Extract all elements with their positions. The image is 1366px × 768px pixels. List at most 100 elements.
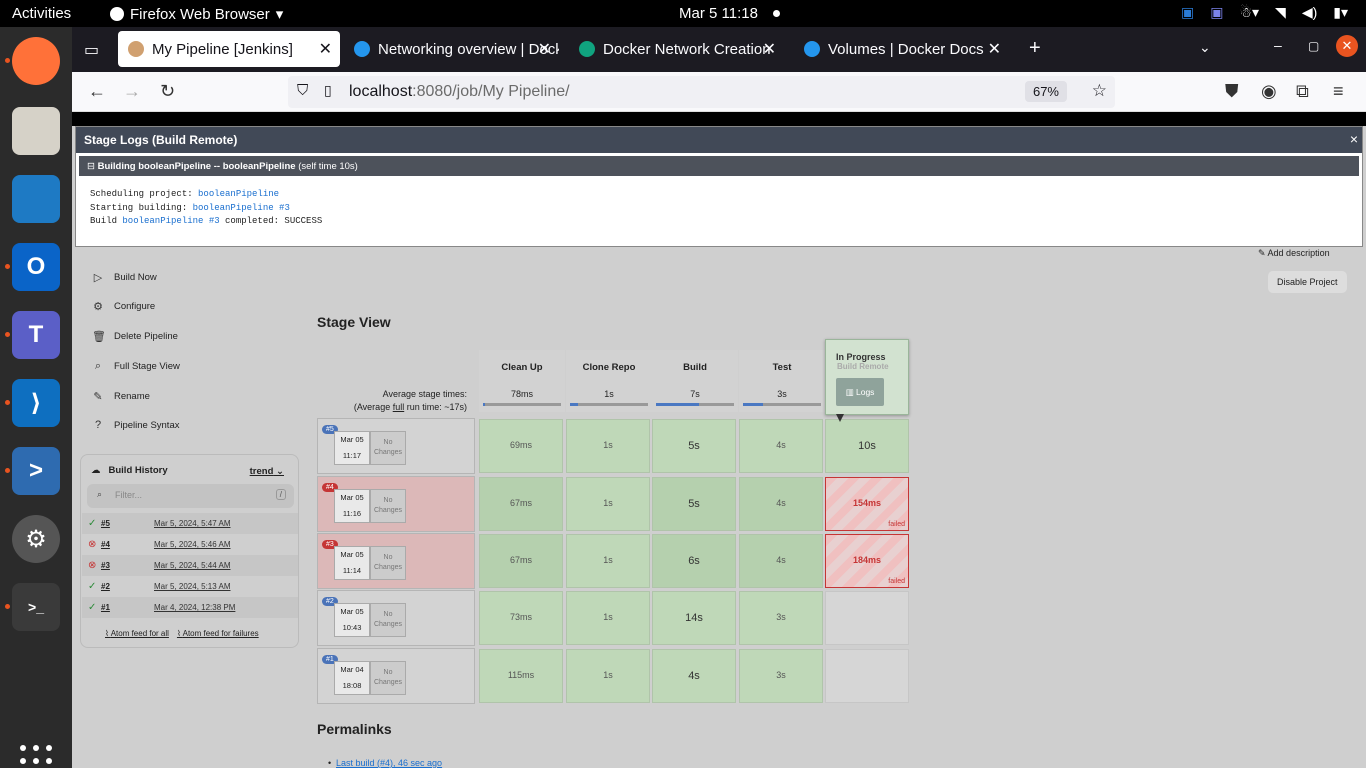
system-tray[interactable]: ▣ ▣ ☃▾ ◥ ◀) ▮▾ <box>1181 4 1348 21</box>
stage-cell[interactable]: 1s <box>566 591 650 645</box>
build-history-row[interactable]: ✓ #2 Mar 5, 2024, 5:13 AM <box>82 576 298 597</box>
tab-volumes[interactable]: Volumes | Docker Docs ✕ <box>794 31 1009 67</box>
stage-cell[interactable]: 6s <box>652 534 736 588</box>
sidebar-item-configure[interactable]: ⚙ Configure <box>92 300 155 313</box>
collapse-icon[interactable]: ⊟ <box>87 161 95 172</box>
build-date-link[interactable]: Mar 5, 2024, 5:47 AM <box>154 519 231 528</box>
build-history-row[interactable]: ⊗ #4 Mar 5, 2024, 5:46 AM <box>82 534 298 555</box>
tab-networking[interactable]: Networking overview | Docker ✕ <box>344 31 559 67</box>
close-icon[interactable]: × <box>1350 131 1358 147</box>
stage-cell[interactable]: 67ms <box>479 534 563 588</box>
build-history-row[interactable]: ⊗ #3 Mar 5, 2024, 5:44 AM <box>82 555 298 576</box>
files-dock-icon[interactable] <box>12 107 60 155</box>
sidebar-item-pipeline-syntax[interactable]: ? Pipeline Syntax <box>92 419 180 431</box>
forward-icon[interactable]: → <box>123 81 141 102</box>
stage-cell[interactable]: 67ms <box>479 477 563 531</box>
stage-cell[interactable]: 115ms <box>479 649 563 703</box>
accessibility-icon[interactable]: ☃▾ <box>1239 4 1259 21</box>
outlook-dock-icon[interactable]: O <box>5 243 60 291</box>
sidebar-item-full-stage-view[interactable]: ⌕ Full Stage View <box>92 360 180 373</box>
stage-cell[interactable]: 154ms failed <box>825 477 909 531</box>
close-tab-icon[interactable]: ✕ <box>538 39 551 59</box>
feed-all-link[interactable]: ⌇ Atom feed for all <box>105 629 169 638</box>
feed-failures-link[interactable]: ⌇ Atom feed for failures <box>177 629 259 638</box>
stage-cell[interactable]: 1s <box>566 477 650 531</box>
sidebar-item-delete-pipeline[interactable]: 🗑 Delete Pipeline <box>92 330 178 343</box>
extensions-icon[interactable]: ⧉ <box>1296 81 1309 102</box>
url-text[interactable]: localhost:8080/job/My Pipeline/ <box>349 83 570 101</box>
build-date-link[interactable]: Mar 5, 2024, 5:13 AM <box>154 582 231 591</box>
build-history-row[interactable]: ✓ #1 Mar 4, 2024, 12:38 PM <box>82 597 298 618</box>
stage-cell[interactable]: 4s <box>739 419 823 473</box>
sidebar-item-build-now[interactable]: ▷ Build Now <box>92 271 157 284</box>
maximize-icon[interactable]: ▢ <box>1308 39 1319 53</box>
star-icon[interactable]: ☆ <box>1092 81 1107 101</box>
stage-cell[interactable]: 1s <box>566 534 650 588</box>
battery-icon[interactable]: ▮▾ <box>1333 4 1348 21</box>
build-date-link[interactable]: Mar 4, 2024, 12:38 PM <box>154 603 235 612</box>
remote-desktop-dock-icon[interactable]: > <box>5 447 60 495</box>
app-menu[interactable]: Firefox Web Browser ▾ <box>110 5 283 23</box>
firefox-view-icon[interactable]: ▭ <box>84 40 99 60</box>
stage-cell[interactable]: 3s <box>739 591 823 645</box>
stage-cell[interactable] <box>825 591 909 645</box>
tab-docker-network[interactable]: Docker Network Creation ✕ <box>569 31 784 67</box>
terminal-dock-icon[interactable]: >_ <box>5 583 60 631</box>
stage-cell[interactable]: 10s <box>825 419 909 473</box>
close-tab-icon[interactable]: ✕ <box>988 39 1001 59</box>
build-number-link[interactable]: #2 <box>101 582 110 591</box>
stage-cell[interactable]: 4s <box>739 534 823 588</box>
show-apps-icon[interactable] <box>20 745 52 768</box>
close-tab-icon[interactable]: ✕ <box>763 39 776 59</box>
add-description-button[interactable]: ✎ Add description <box>1258 248 1330 259</box>
log-section-header[interactable]: ⊟ Building booleanPipeline -- booleanPip… <box>79 156 1359 176</box>
trend-dropdown[interactable]: trend ⌄ <box>250 466 284 477</box>
settings-dock-icon[interactable]: ⚙ <box>12 515 60 563</box>
tab-jenkins[interactable]: My Pipeline [Jenkins] ✕ <box>118 31 340 67</box>
url-bar[interactable]: ⛉ ▯ localhost:8080/job/My Pipeline/ 67% … <box>288 76 1115 108</box>
minimize-icon[interactable]: – <box>1274 37 1282 53</box>
activities-button[interactable]: Activities <box>12 5 71 22</box>
teams-dock-icon[interactable]: T <box>5 311 60 359</box>
log-link[interactable]: booleanPipeline #3 <box>122 216 219 226</box>
clock[interactable]: Mar 5 11:18 <box>679 5 758 22</box>
permalink-item[interactable]: Last build (#4), 46 sec ago <box>328 758 442 768</box>
stage-cell[interactable]: 4s <box>652 649 736 703</box>
shield-icon[interactable]: ⛉ <box>297 82 308 99</box>
stage-cell[interactable]: 69ms <box>479 419 563 473</box>
pocket-icon[interactable]: ⛊ <box>1225 81 1239 102</box>
reload-icon[interactable]: ↻ <box>160 81 175 102</box>
stage-cell[interactable]: 5s <box>652 477 736 531</box>
stage-cell[interactable]: 1s <box>566 419 650 473</box>
menu-icon[interactable]: ≡ <box>1333 81 1344 102</box>
logs-button[interactable]: ▥ Logs <box>836 378 884 406</box>
log-link[interactable]: booleanPipeline #3 <box>193 203 290 213</box>
stage-cell[interactable]: 5s <box>652 419 736 473</box>
build-number-link[interactable]: #5 <box>101 519 110 528</box>
close-tab-icon[interactable]: ✕ <box>319 39 332 59</box>
build-date-link[interactable]: Mar 5, 2024, 5:46 AM <box>154 540 231 549</box>
close-window-icon[interactable]: ✕ <box>1336 35 1358 57</box>
stage-cell[interactable]: 4s <box>739 477 823 531</box>
list-tabs-icon[interactable]: ⌄ <box>1199 39 1211 56</box>
stage-cell[interactable]: 3s <box>739 649 823 703</box>
vscode-dock-icon[interactable]: ⟩ <box>5 379 60 427</box>
outlook-tray-icon[interactable]: ▣ <box>1181 4 1194 21</box>
build-number-link[interactable]: #4 <box>101 540 110 549</box>
log-link[interactable]: booleanPipeline <box>198 189 279 199</box>
stage-cell[interactable]: 184ms failed <box>825 534 909 588</box>
new-tab-icon[interactable]: + <box>1029 37 1041 60</box>
build-date-link[interactable]: Mar 5, 2024, 5:44 AM <box>154 561 231 570</box>
disable-project-button[interactable]: Disable Project <box>1268 271 1347 293</box>
zoom-indicator[interactable]: 67% <box>1024 81 1067 102</box>
build-number-link[interactable]: #1 <box>101 603 110 612</box>
stage-cell[interactable]: 73ms <box>479 591 563 645</box>
stage-cell[interactable]: 1s <box>566 649 650 703</box>
back-icon[interactable]: ← <box>88 81 106 102</box>
build-filter-input[interactable]: ⌕ Filter... / <box>87 484 294 508</box>
stage-cell[interactable] <box>825 649 909 703</box>
volume-icon[interactable]: ◀) <box>1302 4 1317 21</box>
stage-cell[interactable]: 14s <box>652 591 736 645</box>
account-icon[interactable]: ◉ <box>1261 81 1277 102</box>
wifi-icon[interactable]: ◥ <box>1275 4 1286 21</box>
